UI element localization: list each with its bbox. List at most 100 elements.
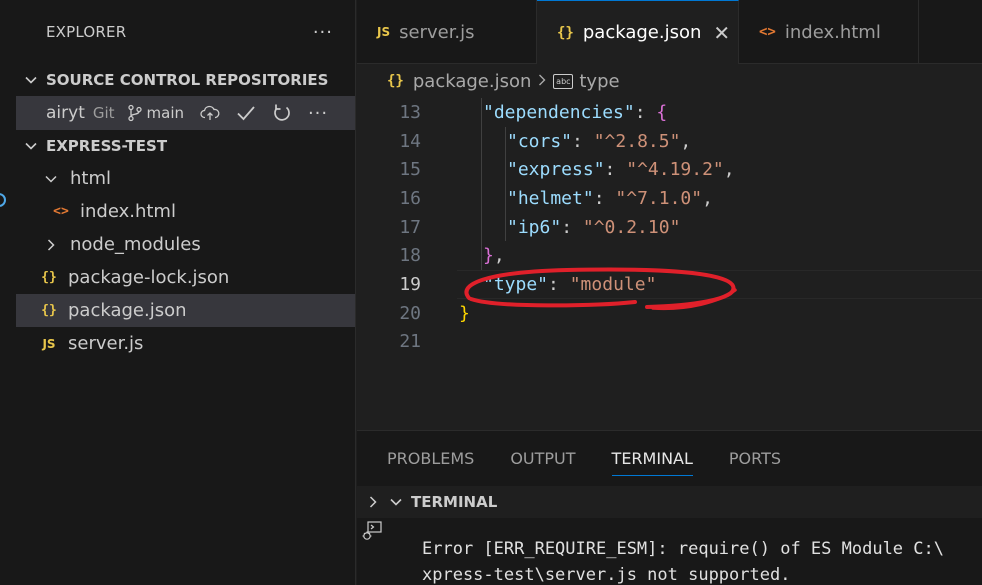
chevron-down-icon bbox=[390, 498, 402, 506]
refresh-icon[interactable] bbox=[270, 101, 294, 125]
html-file-icon: <> bbox=[53, 204, 69, 219]
tab-problems[interactable]: PROBLEMS bbox=[387, 444, 474, 474]
json-value: "^0.2.10" bbox=[582, 216, 681, 238]
repository-name: airyt bbox=[46, 103, 85, 123]
workspace-section-header[interactable]: EXPRESS-TEST bbox=[16, 130, 355, 162]
commit-check-icon[interactable] bbox=[234, 101, 258, 125]
json-key: "ip6" bbox=[507, 216, 562, 238]
tree-item-package-json[interactable]: {} package.json bbox=[16, 294, 355, 327]
tab-package-json[interactable]: {} package.json ✕ bbox=[537, 0, 739, 64]
chevron-right-icon bbox=[537, 71, 547, 92]
line-number: 21 bbox=[399, 331, 421, 353]
line-number: 19 bbox=[399, 273, 421, 295]
tab-ports[interactable]: PORTS bbox=[729, 444, 781, 474]
breadcrumb-file[interactable]: package.json bbox=[413, 71, 532, 92]
terminal-output: Error [ERR_REQUIRE_ESM]: require() of ES… bbox=[422, 536, 944, 585]
cloud-upload-icon[interactable] bbox=[198, 101, 222, 125]
tab-label: server.js bbox=[399, 21, 475, 43]
code-content: "helmet": "^7.1.0", bbox=[507, 188, 713, 209]
json-value: "^7.1.0" bbox=[615, 187, 703, 209]
line-number: 18 bbox=[399, 245, 421, 267]
explorer-more-icon[interactable]: ··· bbox=[313, 22, 333, 43]
tree-item-node-modules-folder[interactable]: node_modules bbox=[16, 228, 355, 261]
repository-kind: Git bbox=[92, 104, 115, 122]
line-number: 17 bbox=[399, 216, 421, 238]
terminal-heading: TERMINAL bbox=[411, 493, 498, 511]
line-number: 14 bbox=[399, 130, 421, 152]
editor-area: JS server.js {} package.json ✕ <> index.… bbox=[357, 0, 982, 430]
code-line: 14 "cors": "^2.8.5", bbox=[357, 127, 982, 156]
chevron-right-icon bbox=[42, 238, 60, 252]
json-punct: , bbox=[680, 130, 692, 152]
panel-tab-bar: PROBLEMS OUTPUT TERMINAL PORTS bbox=[357, 431, 982, 486]
breadcrumb: {} package.json abc type bbox=[357, 64, 982, 98]
tree-item-label: index.html bbox=[80, 201, 176, 222]
terminal-line: xpress-test\server.js not supported. bbox=[422, 565, 791, 585]
json-punct: : bbox=[634, 101, 657, 123]
json-key: "express" bbox=[507, 159, 605, 181]
repository-more-icon[interactable]: ··· bbox=[306, 101, 330, 125]
tree-item-package-lock-json[interactable]: {} package-lock.json bbox=[16, 261, 355, 294]
bottom-panel: PROBLEMS OUTPUT TERMINAL PORTS TERMINAL … bbox=[357, 430, 982, 585]
bracket-open: { bbox=[656, 101, 668, 123]
explorer-title: EXPLORER bbox=[46, 23, 127, 41]
json-file-icon: {} bbox=[41, 270, 57, 285]
json-key: "cors" bbox=[507, 130, 573, 152]
breadcrumb-symbol[interactable]: type bbox=[579, 71, 619, 92]
workspace-heading: EXPRESS-TEST bbox=[46, 137, 168, 155]
json-punct: , bbox=[702, 187, 713, 209]
source-control-section-header[interactable]: SOURCE CONTROL REPOSITORIES bbox=[16, 64, 355, 96]
terminal-section-header[interactable]: TERMINAL bbox=[357, 486, 982, 518]
tab-server-js[interactable]: JS server.js bbox=[357, 0, 537, 64]
js-file-icon: JS bbox=[42, 336, 56, 351]
code-content: "express": "^4.19.2", bbox=[507, 159, 735, 180]
tree-item-label: package.json bbox=[68, 300, 187, 321]
terminal-heading-wrap: TERMINAL bbox=[389, 493, 497, 511]
terminal-view[interactable]: Error [ERR_REQUIRE_ESM]: require() of ES… bbox=[357, 518, 982, 585]
red-ellipse-annotation bbox=[464, 267, 737, 311]
code-content: "dependencies": { bbox=[483, 102, 667, 123]
json-file-icon: {} bbox=[387, 73, 404, 89]
json-key: "helmet" bbox=[507, 187, 594, 209]
debug-terminal-icon[interactable] bbox=[361, 520, 383, 546]
repository-row[interactable]: airyt Git main ··· bbox=[16, 96, 355, 130]
line-number: 13 bbox=[399, 101, 421, 123]
activity-bar bbox=[0, 0, 16, 585]
chevron-right-icon[interactable] bbox=[357, 495, 389, 509]
code-line: 17 "ip6": "^0.2.10" bbox=[357, 213, 982, 242]
tab-terminal[interactable]: TERMINAL bbox=[611, 444, 694, 476]
string-symbol-icon: abc bbox=[553, 73, 574, 89]
json-file-icon: {} bbox=[41, 303, 57, 318]
explorer-sidebar: EXPLORER ··· SOURCE CONTROL REPOSITORIES… bbox=[16, 0, 356, 585]
js-file-icon: JS bbox=[377, 25, 391, 39]
tab-label: package.json bbox=[582, 22, 702, 43]
json-punct: : bbox=[593, 187, 616, 209]
branch-name: main bbox=[146, 104, 185, 122]
code-line: 13 "dependencies": { bbox=[357, 98, 982, 127]
tab-output[interactable]: OUTPUT bbox=[510, 444, 575, 474]
html-file-icon: <> bbox=[759, 24, 776, 40]
line-number: 16 bbox=[399, 187, 421, 209]
tree-item-label: package-lock.json bbox=[68, 267, 230, 288]
tree-item-label: node_modules bbox=[70, 234, 201, 255]
code-line: 15 "express": "^4.19.2", bbox=[357, 155, 982, 184]
tree-item-server-js[interactable]: JS server.js bbox=[16, 327, 355, 360]
tree-item-index-html[interactable]: <> index.html bbox=[16, 195, 355, 228]
json-key: "dependencies" bbox=[483, 101, 635, 123]
code-line: 21 bbox=[357, 328, 982, 357]
edge-badge-icon[interactable] bbox=[0, 193, 6, 207]
tree-item-label: html bbox=[70, 168, 112, 189]
tree-item-label: server.js bbox=[68, 333, 144, 354]
tab-index-html[interactable]: <> index.html bbox=[739, 0, 919, 64]
close-tab-icon[interactable]: ✕ bbox=[713, 21, 730, 45]
code-content: "cors": "^2.8.5", bbox=[507, 131, 691, 152]
json-value: "^2.8.5" bbox=[593, 130, 681, 152]
source-control-heading: SOURCE CONTROL REPOSITORIES bbox=[46, 71, 329, 89]
branch-picker[interactable]: main bbox=[127, 104, 184, 122]
tree-item-html-folder[interactable]: html bbox=[16, 162, 355, 195]
json-punct: , bbox=[723, 159, 735, 181]
explorer-header: EXPLORER ··· bbox=[16, 0, 355, 64]
tab-label: index.html bbox=[784, 21, 881, 43]
terminal-line: Error [ERR_REQUIRE_ESM]: require() of ES… bbox=[422, 539, 944, 559]
json-punct: : bbox=[561, 216, 583, 238]
